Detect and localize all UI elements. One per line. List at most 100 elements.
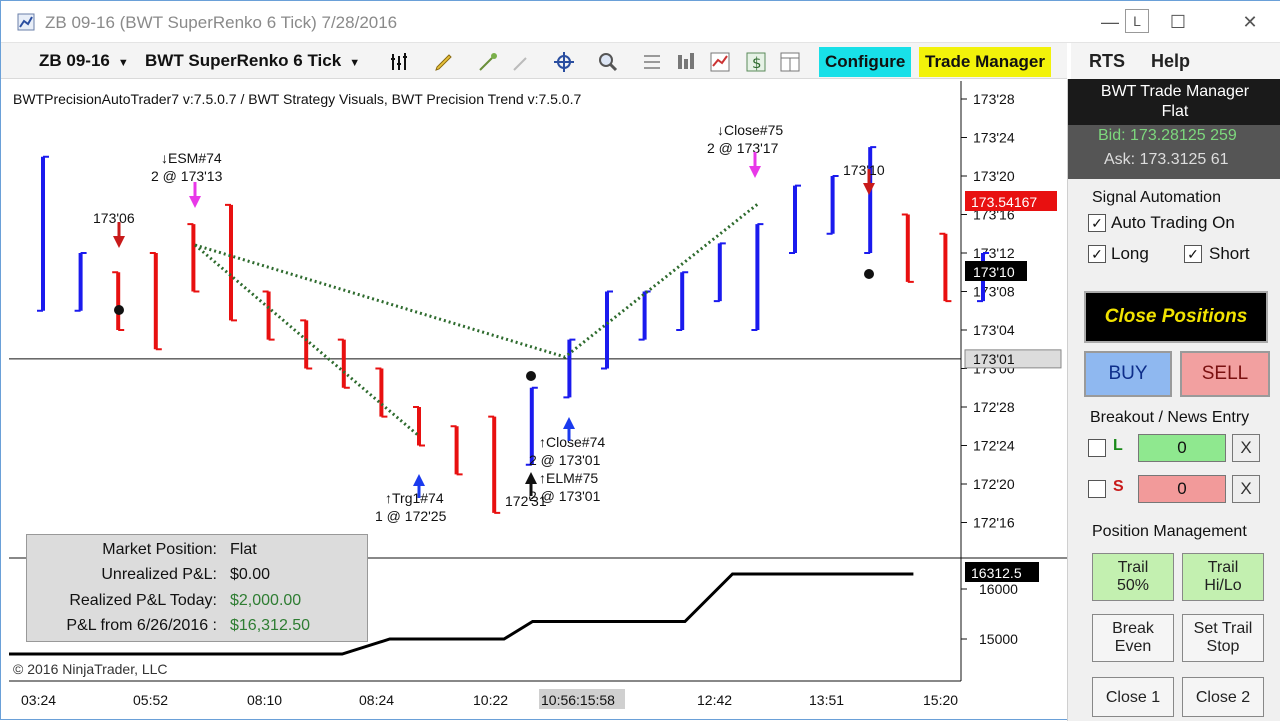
renko-bar	[225, 203, 237, 322]
renko-bar	[149, 252, 162, 351]
short-entry-input[interactable]: 0	[1138, 475, 1226, 503]
dollar-icon[interactable]: $	[745, 51, 767, 73]
renko-bar	[601, 290, 613, 370]
menu-rts[interactable]: RTS	[1089, 51, 1125, 72]
trail-50-line2: 50%	[1116, 577, 1150, 594]
bid-ask-box: Bid: 173.28125 259 Ask: 173.3125 61	[1068, 125, 1280, 179]
trail-hilo-button[interactable]: Trail Hi/Lo	[1182, 553, 1264, 601]
long-entry-label: L	[1113, 437, 1123, 454]
long-entry-clear-button[interactable]: X	[1232, 434, 1260, 462]
close-positions-button[interactable]: Close Positions	[1084, 291, 1268, 343]
renko-bar	[826, 175, 839, 235]
chart-window: ZB 09-16 (BWT SuperRenko 6 Tick) 7/28/20…	[0, 0, 1280, 721]
trade-manager-button[interactable]: Trade Manager	[919, 47, 1051, 77]
bar-style-icon[interactable]	[389, 51, 411, 73]
realized-pnl-value: $2,000.00	[230, 592, 302, 609]
renko-bar	[939, 232, 952, 303]
time-axis-label: 13:51	[809, 692, 844, 708]
period-label: BWT SuperRenko 6 Tick	[145, 51, 342, 70]
unrealized-pnl-label: Unrealized P&L:	[101, 566, 217, 583]
window-title: ZB 09-16 (BWT SuperRenko 6 Tick) 7/28/20…	[45, 13, 398, 32]
long-entry-checkbox[interactable]	[1088, 439, 1106, 457]
short-entry-clear-button[interactable]: X	[1232, 475, 1260, 503]
market-position-label: Market Position:	[102, 541, 217, 558]
short-checkbox[interactable]: ✓	[1184, 245, 1202, 263]
trade-annotation-sub: 2 @ 173'13	[151, 168, 223, 184]
cursor-time-label: 10:56:15:58	[541, 692, 615, 708]
realized-pnl-label: Realized P&L Today:	[69, 592, 217, 609]
trade-manager-status: Flat	[1161, 103, 1189, 120]
arrow-down-icon	[189, 196, 201, 208]
pnl-axis-label: 15000	[979, 631, 1018, 647]
auto-trading-checkbox[interactable]: ✓	[1088, 214, 1106, 232]
link-badge[interactable]: L	[1125, 9, 1149, 33]
properties-icon[interactable]	[641, 51, 663, 73]
trade-annotation: 173'06	[93, 210, 135, 226]
configure-button[interactable]: Configure	[819, 47, 912, 77]
trade-manager-header: BWT Trade Manager Flat Bid: 173.28125 25…	[1068, 79, 1280, 179]
unrealized-pnl-value: $0.00	[230, 566, 271, 583]
instrument-dropdown[interactable]: ZB 09-16 ▼	[39, 51, 129, 71]
window-layout-icon[interactable]	[779, 51, 801, 73]
copyright-text: © 2016 NinjaTrader, LLC	[13, 661, 168, 677]
time-axis-label: 12:42	[697, 692, 732, 708]
chart-app-icon	[17, 13, 35, 31]
crosshair-icon[interactable]	[553, 51, 575, 73]
arrow-up-icon	[563, 417, 575, 429]
maximize-button[interactable]: ☐	[1161, 7, 1195, 37]
set-trail-stop-line2: Stop	[1206, 638, 1240, 655]
trade-annotation: ↓ESM#74	[161, 150, 222, 166]
trade-annotation: ↑Trg1#74	[385, 490, 444, 506]
time-axis-label: 10:22	[473, 692, 508, 708]
indicator-add-icon[interactable]	[477, 51, 499, 73]
renko-bar	[337, 338, 350, 389]
time-axis-label: 05:52	[133, 692, 168, 708]
chart-area[interactable]: 173'28 173'24 173'20 173'16 173'12 173'08 173'…	[9, 81, 1067, 721]
pencil-draw-icon[interactable]	[433, 51, 455, 73]
strategy-icon[interactable]	[511, 51, 533, 73]
price-axis-label: 173'24	[973, 130, 1015, 146]
short-entry-checkbox[interactable]	[1088, 480, 1106, 498]
minimize-button[interactable]: —	[1093, 7, 1127, 37]
close-button[interactable]: ✕	[1233, 7, 1267, 37]
break-even-button[interactable]: Break Even	[1092, 614, 1174, 662]
renko-bar	[789, 184, 801, 254]
period-dropdown[interactable]: BWT SuperRenko 6 Tick ▼	[145, 51, 360, 71]
renko-bar	[563, 338, 576, 399]
arrow-down-icon	[749, 166, 761, 178]
long-checkbox[interactable]: ✓	[1088, 245, 1106, 263]
set-trail-stop-line1: Set Trail	[1193, 620, 1253, 637]
pnl-axis-label: 16000	[979, 581, 1018, 597]
trade-annotation: 172'31	[505, 493, 547, 509]
pnl-value-label: 16312.5	[971, 565, 1022, 581]
trail-50-button[interactable]: Trail 50%	[1092, 553, 1174, 601]
long-entry-input[interactable]: 0	[1138, 434, 1226, 462]
renko-bar	[187, 223, 200, 293]
sell-button[interactable]: SELL	[1180, 351, 1270, 397]
set-trail-stop-button[interactable]: Set Trail Stop	[1182, 614, 1264, 662]
price-axis-label: 173'28	[973, 91, 1015, 107]
renko-bar	[488, 415, 501, 514]
break-even-line2: Even	[1114, 638, 1152, 655]
title-bar: ZB 09-16 (BWT SuperRenko 6 Tick) 7/28/20…	[1, 1, 1280, 43]
arrow-up-icon	[413, 474, 425, 486]
price-axis-label: 173'08	[973, 284, 1015, 300]
crosshair-price-label: 173'01	[973, 351, 1015, 367]
menu-help[interactable]: Help	[1151, 51, 1190, 72]
zoom-icon[interactable]	[597, 51, 619, 73]
buy-button[interactable]: BUY	[1084, 351, 1172, 397]
renko-bar	[751, 223, 764, 331]
current-price-label: 173'10	[973, 264, 1015, 280]
trade-annotation: ↑ELM#75	[539, 470, 598, 486]
svg-text:$: $	[752, 54, 762, 72]
trade-annotation: ↑Close#74	[539, 434, 605, 450]
price-axis-label: 173'04	[973, 322, 1015, 338]
data-series-icon[interactable]	[675, 51, 697, 73]
ask-quote: Ask: 173.3125 61	[1104, 151, 1229, 168]
close-1-button[interactable]: Close 1	[1092, 677, 1174, 717]
close-2-button[interactable]: Close 2	[1182, 677, 1264, 717]
last-price-label: 173.54167	[971, 194, 1037, 210]
chart-trader-icon[interactable]	[709, 51, 731, 73]
chevron-down-icon: ▼	[349, 57, 361, 69]
renko-bar	[74, 252, 87, 312]
